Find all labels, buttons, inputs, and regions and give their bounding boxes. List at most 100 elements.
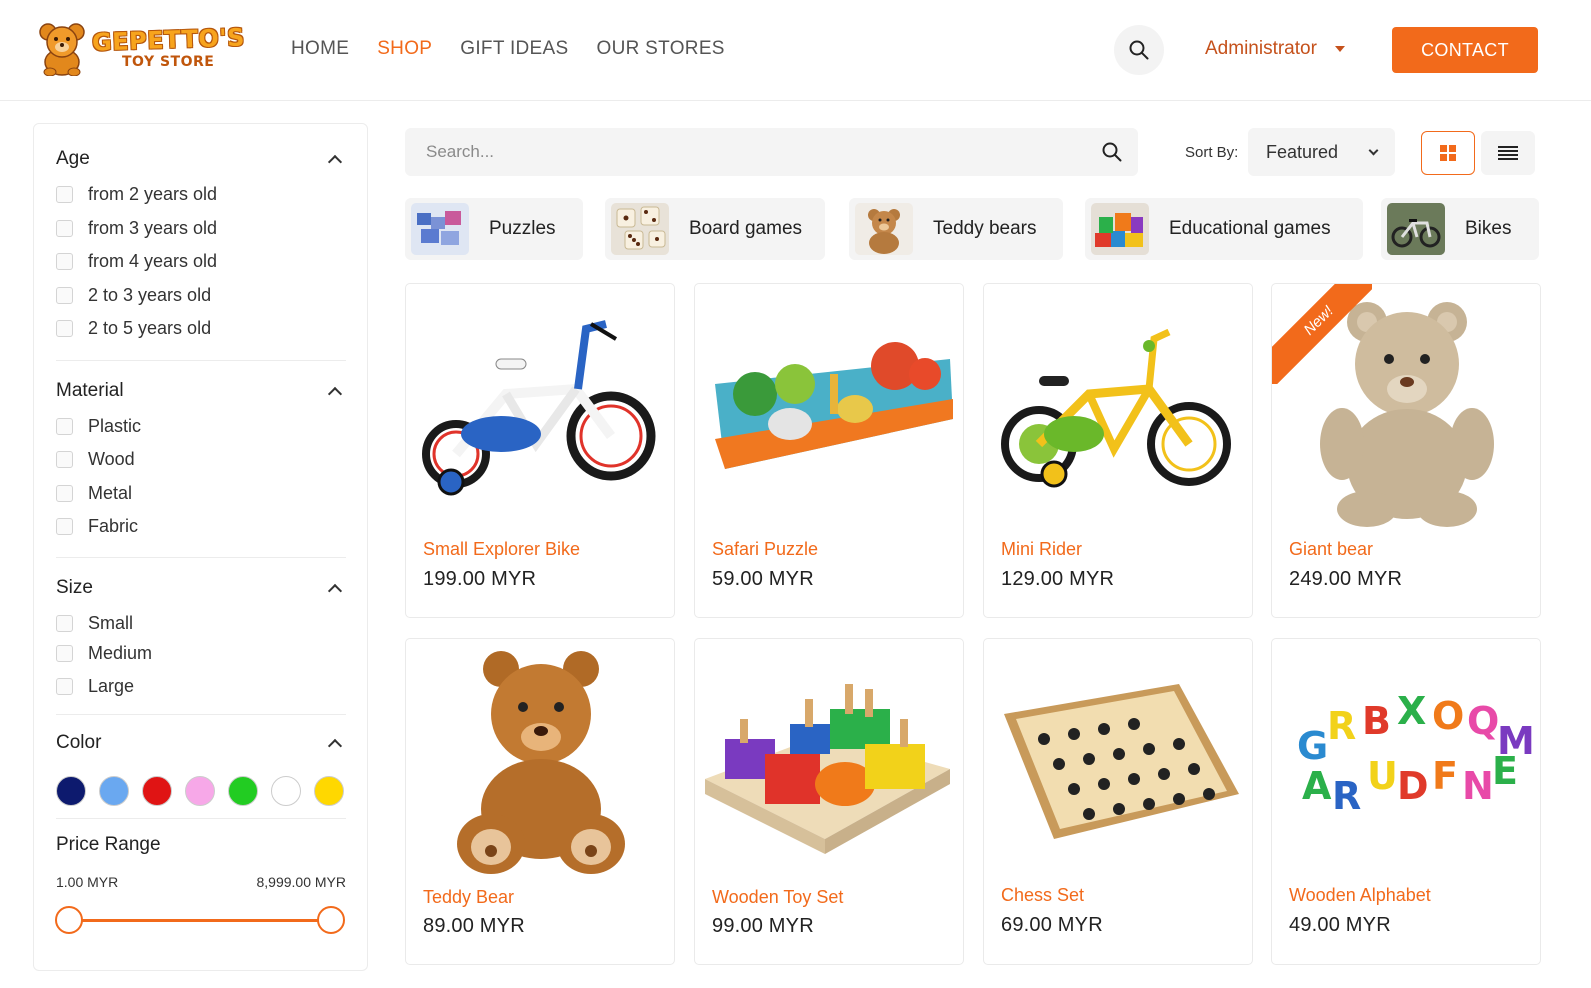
category-label: Bikes [1465, 218, 1512, 239]
checkbox[interactable] [56, 253, 73, 270]
checkbox[interactable] [56, 451, 73, 468]
checkbox[interactable] [56, 485, 73, 502]
nav-our-stores[interactable]: OUR STORES [596, 38, 724, 60]
user-menu[interactable]: Administrator [1205, 38, 1345, 60]
product-name[interactable]: Mini Rider [1001, 539, 1082, 560]
filter-option[interactable]: from 3 years old [56, 218, 217, 239]
filter-color-header[interactable]: Color [56, 730, 346, 756]
filter-option[interactable]: Metal [56, 483, 132, 504]
product-card[interactable]: Small Explorer Bike 199.00 MYR [405, 283, 675, 618]
category-teddy-bears[interactable]: Teddy bears [849, 198, 1063, 260]
checkbox[interactable] [56, 320, 73, 337]
filter-option[interactable]: from 2 years old [56, 184, 217, 205]
color-swatch[interactable] [228, 776, 258, 806]
filter-option[interactable]: 2 to 3 years old [56, 285, 211, 306]
filter-size-header[interactable]: Size [56, 575, 346, 601]
new-badge-label: New! [1272, 284, 1372, 384]
top-header: GEPETTO'S TOY STORE HOME SHOP GIFT IDEAS… [0, 0, 1591, 101]
filter-option[interactable]: Fabric [56, 516, 138, 537]
category-puzzles[interactable]: Puzzles [405, 198, 583, 260]
header-search-button[interactable] [1114, 25, 1164, 75]
filter-option[interactable]: Plastic [56, 416, 141, 437]
checkbox[interactable] [56, 287, 73, 304]
product-card[interactable]: GRBXOQM ARUDFNE Wooden Alphabet 49.00 MY… [1271, 638, 1541, 965]
product-name[interactable]: Teddy Bear [423, 887, 514, 908]
svg-text:R: R [1327, 704, 1356, 748]
teddy-thumb-icon [855, 203, 913, 255]
filter-option[interactable]: from 4 years old [56, 251, 217, 272]
color-swatch[interactable] [99, 776, 129, 806]
alphabet-letters-image: GR B X O QM A R U D F NE [1297, 689, 1535, 818]
filter-option[interactable]: Large [56, 676, 134, 697]
price-max-handle[interactable] [317, 906, 345, 934]
contact-button[interactable]: CONTACT [1392, 27, 1538, 73]
product-name[interactable]: Giant bear [1289, 539, 1373, 560]
category-label: Board games [689, 218, 803, 239]
option-label: from 3 years old [88, 218, 218, 238]
checkbox[interactable] [56, 418, 73, 435]
chess-board-image [1004, 684, 1239, 839]
checkbox[interactable] [56, 220, 73, 237]
option-label: Large [88, 676, 135, 696]
divider [56, 360, 346, 361]
product-card[interactable]: Mini Rider 129.00 MYR [983, 283, 1253, 618]
product-card[interactable]: Teddy Bear 89.00 MYR [405, 638, 675, 965]
product-price: 89.00 MYR [423, 915, 525, 937]
checkbox[interactable] [56, 186, 73, 203]
product-card[interactable]: Chess Set 69.00 MYR [983, 638, 1253, 965]
option-label: from 2 years old [88, 184, 218, 204]
color-swatch[interactable] [185, 776, 215, 806]
checkbox[interactable] [56, 615, 73, 632]
grid-view-button[interactable] [1421, 131, 1475, 175]
option-label: 2 to 5 years old [88, 318, 212, 338]
product-card[interactable]: Wooden Toy Set 99.00 MYR [694, 638, 964, 965]
puzzle-thumb-icon [411, 203, 469, 255]
price-range-track[interactable] [68, 919, 330, 922]
filter-option[interactable]: Medium [56, 643, 152, 664]
nav-home[interactable]: HOME [291, 38, 349, 60]
chevron-up-icon [327, 386, 343, 402]
color-swatch[interactable] [271, 776, 301, 806]
product-name[interactable]: Wooden Toy Set [712, 887, 843, 908]
option-label: Fabric [88, 516, 139, 536]
filter-option[interactable]: 2 to 5 years old [56, 318, 211, 339]
color-swatch[interactable] [142, 776, 172, 806]
list-view-button[interactable] [1481, 131, 1535, 175]
product-name[interactable]: Small Explorer Bike [423, 539, 580, 560]
checkbox[interactable] [56, 518, 73, 535]
product-card[interactable]: Safari Puzzle 59.00 MYR [694, 283, 964, 618]
category-board-games[interactable]: Board games [605, 198, 825, 260]
category-educational-games[interactable]: Educational games [1085, 198, 1363, 260]
filter-option[interactable]: Wood [56, 449, 135, 470]
filter-title: Age [56, 148, 90, 169]
checkbox[interactable] [56, 678, 73, 695]
sort-select[interactable]: Featured [1248, 128, 1395, 176]
product-search-bar [405, 128, 1138, 176]
search-icon[interactable] [1102, 142, 1122, 162]
product-search-input[interactable] [426, 142, 1102, 162]
nav-gift-ideas[interactable]: GIFT IDEAS [460, 38, 568, 60]
list-icon [1498, 146, 1518, 160]
filter-age-header[interactable]: Age [56, 146, 346, 172]
sort-value: Featured [1266, 141, 1339, 162]
price-min-label: 1.00 MYR [56, 874, 119, 890]
product-name[interactable]: Safari Puzzle [712, 539, 818, 560]
product-name[interactable]: Chess Set [1001, 885, 1084, 906]
store-logo[interactable]: GEPETTO'S TOY STORE [38, 22, 245, 78]
grid-icon [1440, 145, 1456, 161]
checkbox[interactable] [56, 645, 73, 662]
divider [56, 714, 346, 715]
category-bikes[interactable]: Bikes [1381, 198, 1539, 260]
bike-image [1001, 328, 1231, 488]
product-price: 199.00 MYR [423, 568, 537, 590]
product-card[interactable]: New! Giant bear 249.00 MYR [1271, 283, 1541, 618]
filter-option[interactable]: Small [56, 613, 133, 634]
product-name[interactable]: Wooden Alphabet [1289, 885, 1431, 906]
nav-shop[interactable]: SHOP [377, 38, 432, 60]
price-min-handle[interactable] [55, 906, 83, 934]
product-price: 69.00 MYR [1001, 914, 1103, 936]
product-price: 99.00 MYR [712, 915, 814, 937]
filter-material-header[interactable]: Material [56, 378, 346, 404]
color-swatch[interactable] [56, 776, 86, 806]
color-swatch[interactable] [314, 776, 344, 806]
